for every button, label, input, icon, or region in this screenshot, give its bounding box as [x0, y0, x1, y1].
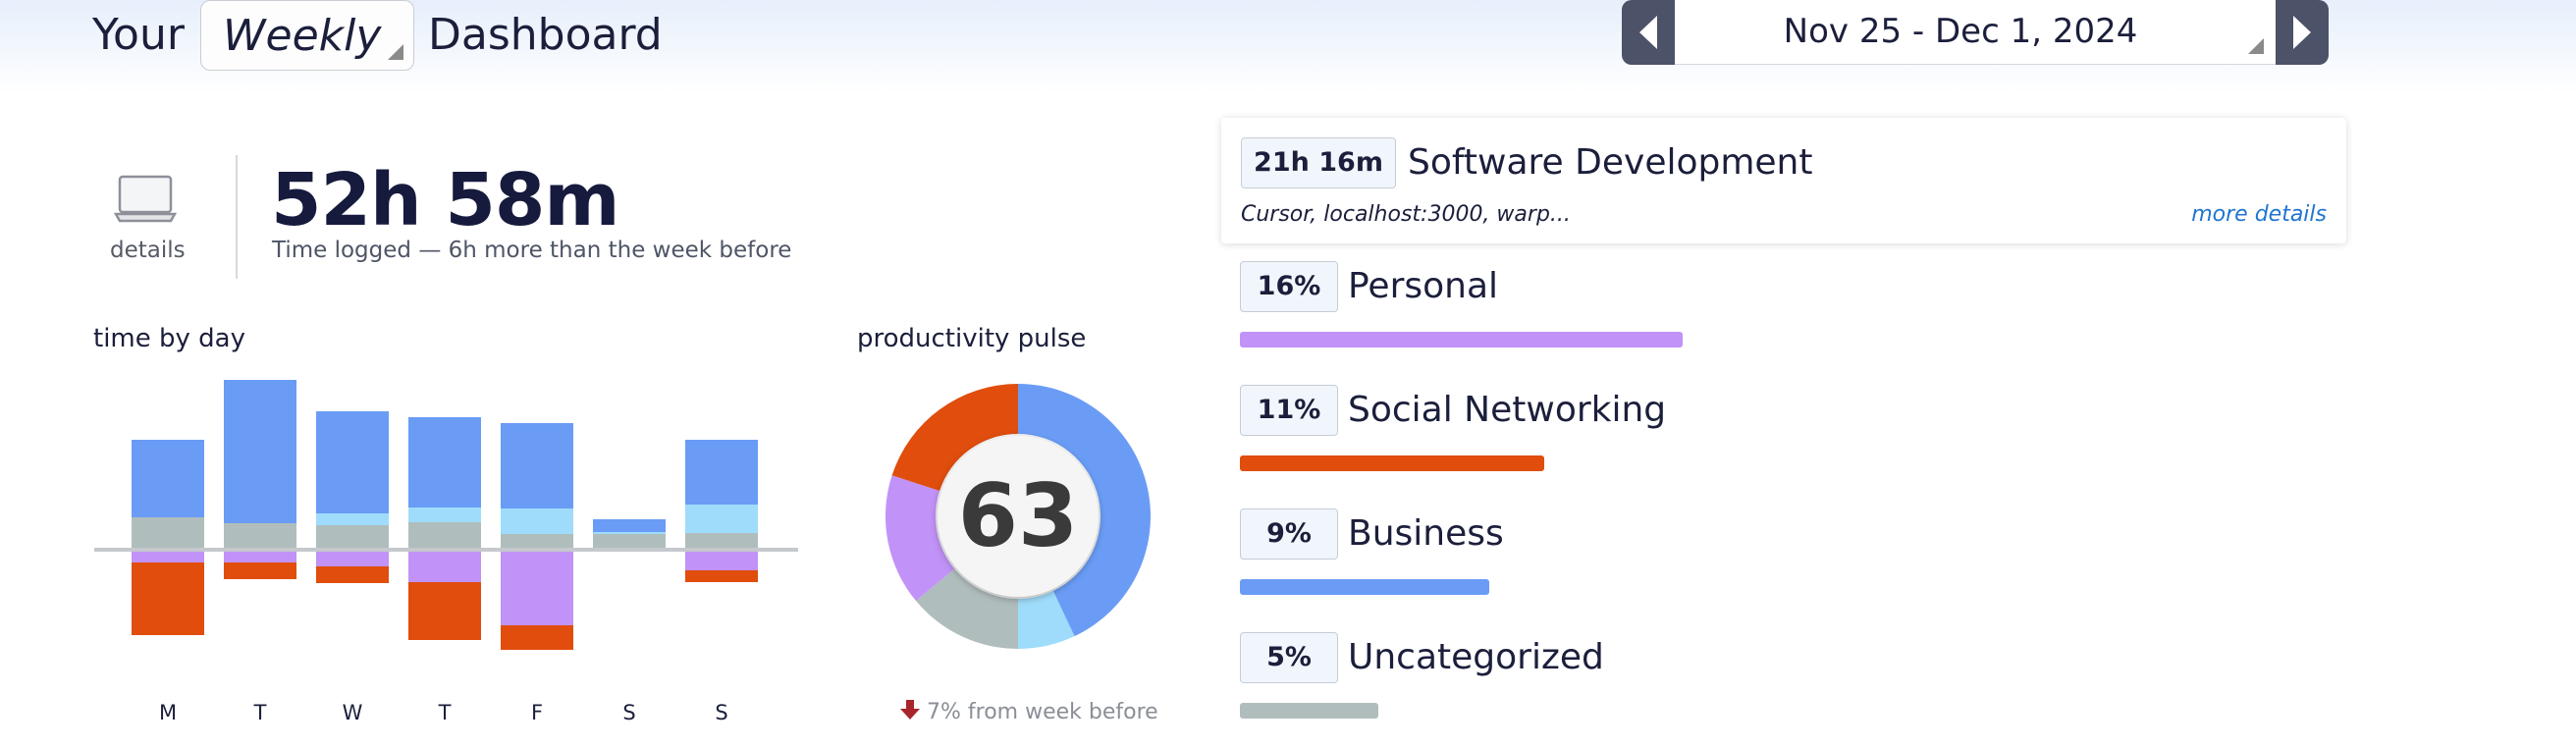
bar-segment[interactable]	[316, 566, 389, 583]
bar-segment[interactable]	[685, 440, 758, 505]
category-bar	[1240, 455, 1545, 471]
bar-segment[interactable]	[593, 532, 666, 534]
date-range-value: Nov 25 - Dec 1, 2024	[1783, 12, 2138, 51]
pulse-change-note: 7% from week before	[899, 699, 1158, 724]
day-label: M	[158, 701, 178, 724]
category-percent-badge: 11%	[1240, 385, 1338, 436]
title-suffix: Dashboard	[428, 10, 663, 60]
bar-segment[interactable]	[316, 513, 389, 525]
category-bar	[1240, 579, 1489, 595]
day-label: T	[253, 701, 267, 724]
productivity-pulse-chart: 63	[886, 384, 1151, 649]
category-percent-badge: 5%	[1240, 632, 1338, 683]
details-link[interactable]: details	[110, 238, 186, 263]
bar-segment[interactable]	[593, 519, 666, 532]
more-details-link[interactable]: more details	[2191, 202, 2327, 227]
bar-segment[interactable]	[408, 508, 481, 522]
bar-segment[interactable]	[224, 380, 296, 523]
day-label: W	[342, 701, 363, 724]
category-name[interactable]: Social Networking	[1348, 386, 1666, 435]
bar-segment[interactable]	[501, 550, 573, 625]
pulse-change-text: 7% from week before	[927, 700, 1158, 724]
bar-segment[interactable]	[224, 562, 296, 579]
laptop-icon[interactable]	[113, 175, 178, 228]
day-label: S	[622, 701, 636, 724]
period-select[interactable]: Weekly	[200, 0, 414, 71]
time-by-day-title: time by day	[93, 324, 245, 353]
top-category-card[interactable]: 21h 16m Software Development Cursor, loc…	[1221, 118, 2346, 243]
bar-segment[interactable]	[685, 505, 758, 533]
bar-segment[interactable]	[501, 423, 573, 508]
total-time: 52h 58m	[271, 158, 620, 242]
top-category-time-badge: 21h 16m	[1241, 137, 1396, 188]
category-name[interactable]: Personal	[1348, 262, 1498, 311]
bar-segment[interactable]	[685, 550, 758, 570]
day-label: S	[715, 701, 728, 724]
bar-segment[interactable]	[501, 534, 573, 550]
bar-segment[interactable]	[408, 522, 481, 550]
day-label: T	[438, 701, 452, 724]
category-name[interactable]: Business	[1348, 509, 1504, 559]
bar-segment[interactable]	[501, 625, 573, 650]
category-bar	[1240, 332, 1683, 347]
category-percent-badge: 9%	[1240, 508, 1338, 560]
total-time-subtitle: Time logged — 6h more than the week befo…	[272, 238, 792, 263]
date-range-select[interactable]: Nov 25 - Dec 1, 2024	[1675, 0, 2276, 65]
previous-week-button[interactable]	[1622, 0, 1675, 65]
category-percent-badge: 16%	[1240, 261, 1338, 312]
date-navigator: Nov 25 - Dec 1, 2024	[1622, 0, 2329, 65]
dropdown-corner-icon	[388, 44, 403, 60]
bar-segment[interactable]	[132, 562, 204, 635]
top-category-name: Software Development	[1408, 142, 1813, 183]
bar-segment[interactable]	[685, 570, 758, 582]
day-label: F	[530, 701, 544, 724]
bar-segment[interactable]	[316, 525, 389, 550]
category-bar	[1240, 703, 1378, 719]
top-category-apps: Cursor, localhost:3000, warp...	[1241, 202, 1571, 227]
bar-segment[interactable]	[408, 550, 481, 582]
bar-segment[interactable]	[132, 440, 204, 517]
bar-segment[interactable]	[501, 508, 573, 534]
productivity-pulse-title: productivity pulse	[857, 324, 1087, 353]
category-name[interactable]: Uncategorized	[1348, 633, 1604, 682]
next-week-button[interactable]	[2276, 0, 2329, 65]
time-by-day-chart	[94, 380, 798, 650]
bar-segment[interactable]	[408, 417, 481, 508]
bar-segment[interactable]	[132, 517, 204, 550]
chevron-left-icon	[1639, 16, 1657, 49]
title-prefix: Your	[92, 10, 185, 60]
period-select-value: Weekly	[223, 11, 382, 61]
bar-segment[interactable]	[224, 523, 296, 550]
chevron-right-icon	[2293, 16, 2311, 49]
pulse-score: 63	[958, 465, 1078, 566]
arrow-down-icon	[900, 700, 920, 720]
bar-segment[interactable]	[593, 534, 666, 550]
bar-segment[interactable]	[316, 550, 389, 566]
bar-segment[interactable]	[316, 411, 389, 513]
bar-segment[interactable]	[685, 533, 758, 550]
dropdown-corner-icon	[2248, 38, 2264, 54]
bar-segment[interactable]	[408, 582, 481, 640]
divider	[236, 155, 238, 279]
